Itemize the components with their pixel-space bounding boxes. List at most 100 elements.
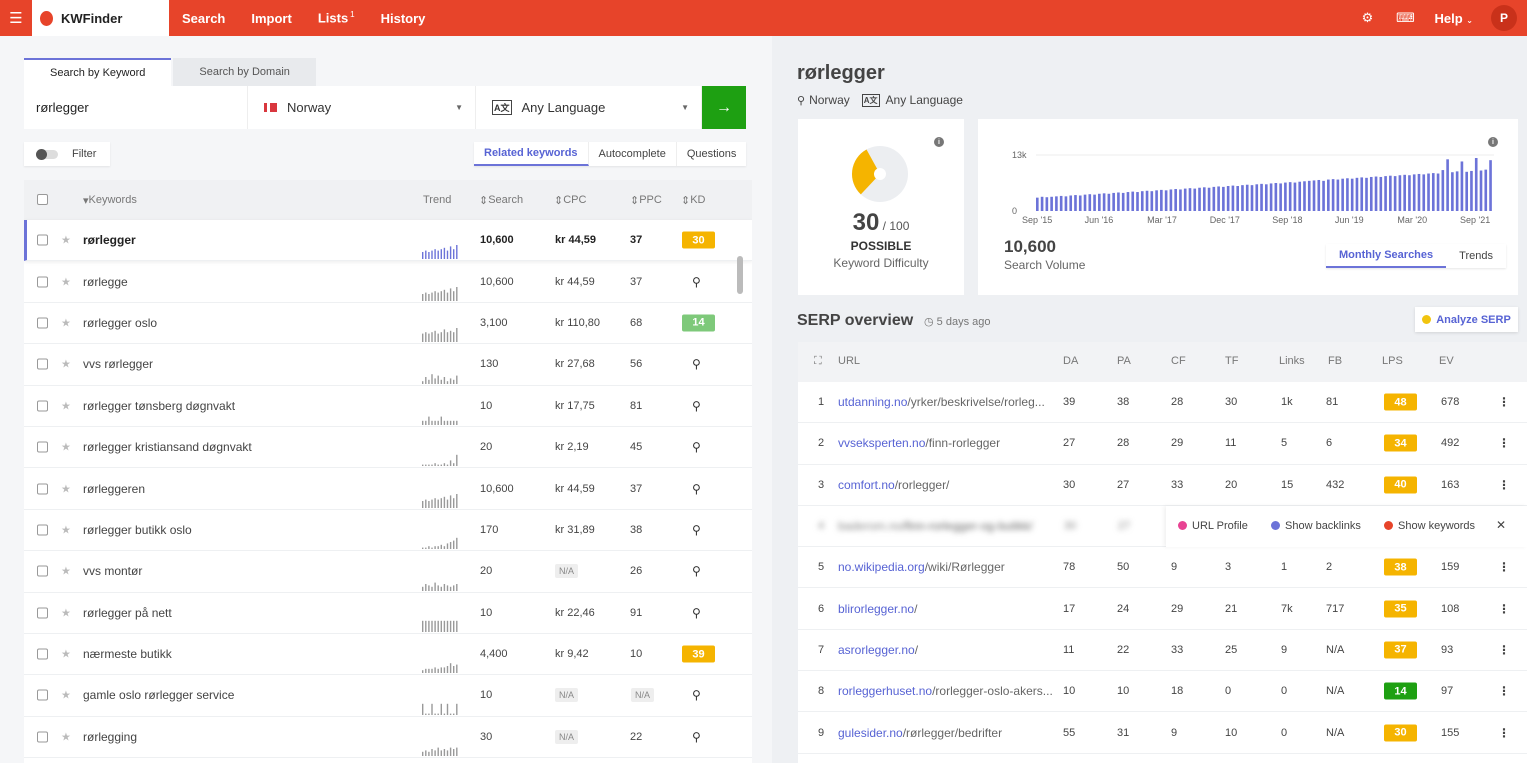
volume-bar[interactable]: [1365, 177, 1368, 211]
serp-row[interactable]: 7 asrorlegger.no/11 22 33 25 9 N/A 37 93 ⋮: [798, 630, 1527, 672]
volume-bar[interactable]: [1374, 176, 1378, 211]
star-icon[interactable]: ★: [61, 565, 71, 578]
search-icon[interactable]: ⚲: [692, 440, 701, 454]
keyword-row[interactable]: ★ rørlegger butikk oslo 170 kr 31,89 38 ⚲: [24, 510, 752, 552]
table-scrollbar[interactable]: [737, 256, 743, 294]
col-links[interactable]: Links: [1279, 355, 1305, 367]
filter-toggle[interactable]: [36, 148, 58, 160]
volume-bar[interactable]: [1202, 187, 1206, 211]
keyword-name[interactable]: rørlegger oslo: [83, 316, 157, 330]
search-icon[interactable]: ⚲: [692, 523, 701, 537]
volume-bar[interactable]: [1059, 195, 1063, 211]
search-icon[interactable]: ⚲: [692, 399, 701, 413]
star-icon[interactable]: ★: [61, 441, 71, 454]
serp-url[interactable]: no.wikipedia.org/wiki/Rørlegger: [838, 560, 1005, 574]
volume-bar[interactable]: [1145, 190, 1149, 211]
volume-bar[interactable]: [1098, 193, 1101, 211]
volume-bar[interactable]: [1341, 178, 1344, 211]
volume-bar[interactable]: [1455, 171, 1459, 211]
serp-row[interactable]: 3 comfort.no/rorlegger/30 27 33 20 15 432 40 163…: [798, 465, 1527, 506]
volume-bar[interactable]: [1360, 177, 1364, 211]
row-checkbox[interactable]: [37, 689, 48, 701]
volume-bar[interactable]: [1250, 185, 1254, 211]
keyword-row[interactable]: ★ rørlegger oslo 3,100 kr 110,80 68 14: [24, 303, 752, 345]
volume-bar[interactable]: [1422, 174, 1426, 211]
row-checkbox[interactable]: [37, 317, 48, 329]
row-checkbox[interactable]: [37, 565, 48, 577]
volume-bar[interactable]: [1074, 195, 1077, 211]
keyword-name[interactable]: rørlegger butikk oslo: [83, 523, 192, 537]
volume-bar[interactable]: [1484, 169, 1488, 211]
volume-bar[interactable]: [1255, 184, 1259, 211]
volume-bar[interactable]: [1312, 180, 1316, 211]
volume-bar[interactable]: [1040, 196, 1044, 211]
volume-bar[interactable]: [1226, 186, 1230, 211]
show-backlinks-button[interactable]: Show backlinks: [1271, 520, 1361, 532]
keyword-row[interactable]: ★ nærmeste butikk 4,400 kr 9,42 10 39: [24, 634, 752, 676]
row-checkbox[interactable]: [37, 483, 48, 495]
volume-bar[interactable]: [1078, 195, 1082, 211]
search-icon[interactable]: ⚲: [692, 357, 701, 371]
volume-bar[interactable]: [1117, 192, 1120, 211]
volume-bar[interactable]: [1389, 175, 1392, 211]
volume-bar[interactable]: [1441, 170, 1445, 211]
volume-bar[interactable]: [1379, 176, 1383, 211]
more-icon[interactable]: ⋮: [1498, 726, 1510, 740]
volume-bar[interactable]: [1045, 197, 1049, 211]
col-kd[interactable]: ⇕ KD: [681, 194, 706, 207]
col-da[interactable]: DA: [1063, 355, 1078, 367]
volume-bar[interactable]: [1436, 173, 1440, 211]
analyze-serp-button[interactable]: Analyze SERP: [1415, 307, 1518, 332]
serp-row[interactable]: 1 utdanning.no/yrker/beskrivelse/rorleg..…: [798, 382, 1527, 424]
col-fb[interactable]: FB: [1328, 355, 1342, 367]
volume-bar[interactable]: [1298, 181, 1302, 211]
row-checkbox[interactable]: [37, 276, 48, 288]
volume-bar[interactable]: [1307, 180, 1311, 211]
tab-search-by-keyword[interactable]: Search by Keyword: [24, 58, 172, 86]
brand[interactable]: KWFinder: [32, 0, 169, 36]
star-icon[interactable]: ★: [61, 730, 71, 743]
keyword-name[interactable]: vvs montør: [83, 564, 142, 578]
star-icon[interactable]: ★: [61, 358, 71, 371]
volume-bar[interactable]: [1303, 181, 1306, 211]
nav-history[interactable]: History: [368, 11, 439, 26]
filter-button[interactable]: Filter: [24, 142, 110, 166]
keyword-name[interactable]: rørlegger kristiansand døgnvakt: [83, 440, 252, 454]
location-select[interactable]: Norway ▼: [248, 86, 476, 129]
serp-row[interactable]: 8 rorleggerhuset.no/rorlegger-oslo-akers.…: [798, 671, 1527, 713]
volume-bar[interactable]: [1269, 183, 1273, 211]
volume-bar[interactable]: [1160, 189, 1163, 211]
col-cpc[interactable]: ⇕ CPC: [554, 194, 586, 207]
close-icon[interactable]: ✕: [1496, 518, 1506, 532]
volume-bar[interactable]: [1212, 186, 1216, 211]
volume-bar[interactable]: [1055, 196, 1058, 211]
more-icon[interactable]: ⋮: [1498, 643, 1510, 657]
nav-search[interactable]: Search: [169, 11, 238, 26]
keyword-name[interactable]: rørlegging: [83, 730, 137, 744]
volume-bar[interactable]: [1384, 176, 1387, 211]
keyword-name[interactable]: rørlegger tønsberg døgnvakt: [83, 399, 235, 413]
keyword-name[interactable]: gamle oslo rørlegger service: [83, 688, 234, 702]
row-checkbox[interactable]: [37, 524, 48, 536]
search-icon[interactable]: ⚲: [692, 564, 701, 578]
tab-search-by-domain[interactable]: Search by Domain: [173, 58, 316, 86]
keyword-row[interactable]: ★ rørlegger på nett 10 kr 22,46 91 ⚲: [24, 593, 752, 634]
volume-bar[interactable]: [1140, 191, 1144, 211]
volume-bar[interactable]: [1217, 186, 1220, 211]
volume-bar[interactable]: [1317, 179, 1321, 211]
col-pa[interactable]: PA: [1117, 355, 1131, 367]
tab-trends[interactable]: Trends: [1446, 244, 1506, 268]
keyword-name[interactable]: rørlegger: [83, 233, 136, 247]
col-lps[interactable]: LPS: [1382, 355, 1403, 367]
serp-row[interactable]: 2 vvseksperten.no/finn-rorlegger 27 28 29 11 5…: [798, 423, 1527, 465]
tab-related-keywords[interactable]: Related keywords: [474, 142, 589, 166]
volume-bar[interactable]: [1446, 159, 1449, 211]
more-icon[interactable]: ⋮: [1498, 684, 1510, 698]
volume-bar[interactable]: [1112, 192, 1115, 211]
expand-icon[interactable]: ⛶: [814, 355, 822, 368]
serp-row[interactable]: 6 blirorlegger.no/17 24 29 21 7k 717 35 108 ⋮: [798, 588, 1527, 630]
keyword-name[interactable]: rørlegger på nett: [83, 606, 172, 620]
keyboard-icon[interactable]: ⌨: [1387, 10, 1425, 26]
volume-bar[interactable]: [1183, 188, 1187, 211]
volume-bar[interactable]: [1179, 189, 1182, 211]
